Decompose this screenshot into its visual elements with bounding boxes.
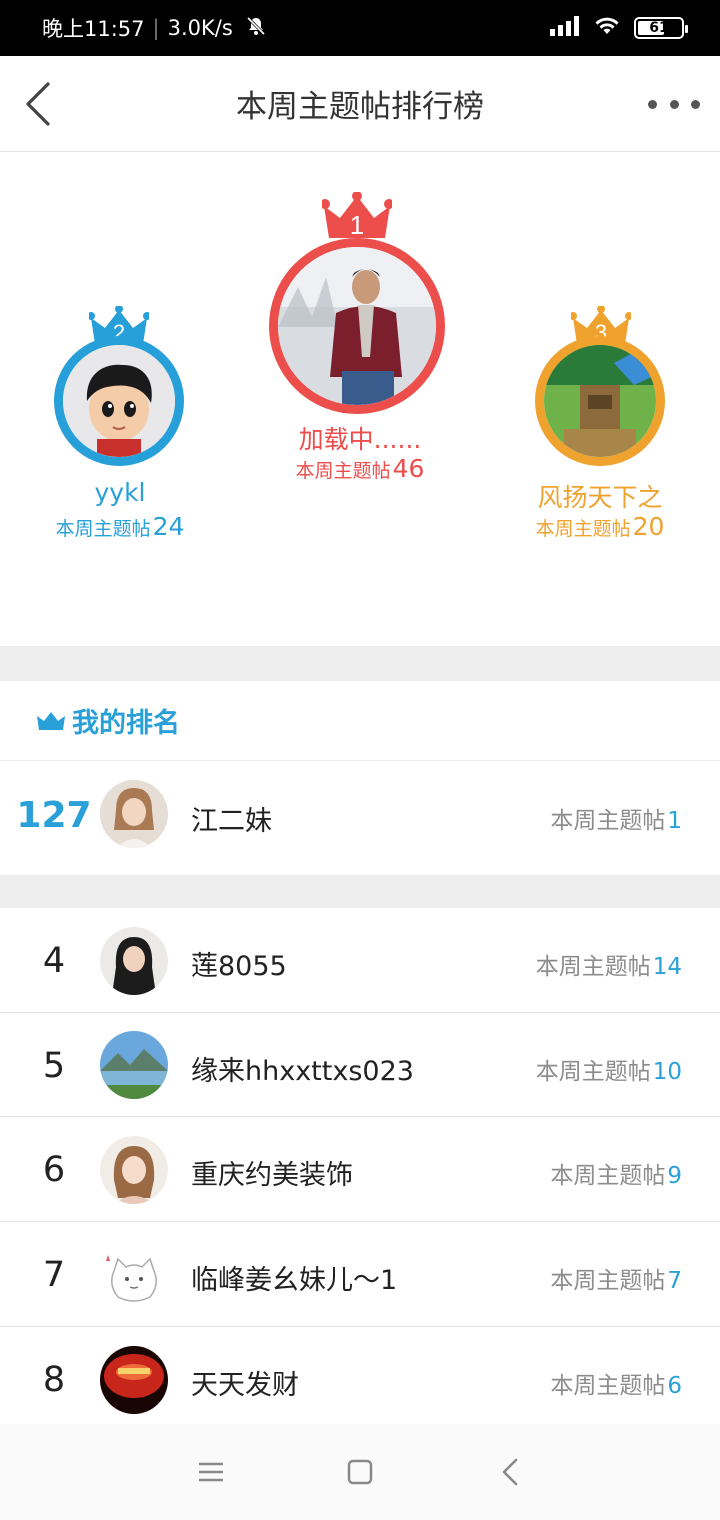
podium-item-rank-2[interactable]: 2 yykl 本周主题帖24 <box>0 152 240 552</box>
avatar[interactable] <box>535 336 665 466</box>
status-separator: | <box>152 16 160 40</box>
avatar[interactable] <box>100 780 168 848</box>
avatar[interactable] <box>100 1031 168 1099</box>
post-count: 本周主题帖6 <box>550 1373 682 1399</box>
user-name: 天天发财 <box>191 1370 299 1401</box>
signal-icon <box>550 16 580 40</box>
rank-number: 4 <box>42 941 66 981</box>
avatar[interactable] <box>269 238 445 414</box>
avatar[interactable] <box>100 1241 168 1309</box>
status-time: 晚上11:57 <box>42 17 145 41</box>
user-name: 莲8055 <box>191 951 287 982</box>
system-navigation-bar <box>0 1424 720 1520</box>
section-divider <box>0 875 720 908</box>
podium-count: 本周主题帖46 <box>295 454 425 483</box>
cartoon-avatar-icon <box>63 345 175 457</box>
rank-number: 7 <box>42 1255 66 1295</box>
post-count: 本周主题帖14 <box>535 954 682 980</box>
home-square-icon[interactable] <box>344 1456 376 1488</box>
post-count: 本周主题帖7 <box>550 1268 682 1294</box>
list-item[interactable]: 7 临峰姜幺妹儿～1 本周主题帖7 <box>0 1222 720 1327</box>
podium-name: 风扬天下之 <box>537 483 663 512</box>
avatar[interactable] <box>100 1346 168 1414</box>
rank-number: 6 <box>42 1150 66 1190</box>
back-arrow-icon[interactable] <box>18 78 68 130</box>
header-bar: 本周主题帖排行榜 <box>0 56 720 152</box>
rank-number: 127 <box>16 795 92 836</box>
user-name: 重庆约美装饰 <box>191 1160 353 1191</box>
avatar[interactable] <box>54 336 184 466</box>
my-rank-title: 我的排名 <box>72 708 180 739</box>
game-avatar-icon <box>544 345 656 457</box>
crown-icon <box>37 711 65 730</box>
list-item[interactable]: 8 天天发财 本周主题帖6 <box>0 1327 720 1424</box>
crown-icon: 1 <box>322 192 392 240</box>
user-name: 缘来hhxxttxs023 <box>191 1056 414 1087</box>
user-name: 江二妹 <box>191 806 272 837</box>
podium-name: yykl <box>94 478 146 507</box>
page-title: 本周主题帖排行榜 <box>236 89 484 125</box>
more-dots-icon[interactable] <box>648 90 700 118</box>
battery-level: 61 <box>649 20 669 36</box>
svg-text:1: 1 <box>350 210 364 240</box>
avatar[interactable] <box>100 927 168 995</box>
podium-item-rank-1[interactable]: 1 加载中...... 本周主题帖46 <box>240 152 480 552</box>
user-name: 临峰姜幺妹儿～1 <box>191 1265 398 1296</box>
status-speed: 3.0K/s <box>167 16 233 40</box>
post-count: 本周主题帖9 <box>550 1163 682 1189</box>
list-item[interactable]: 4 莲8055 本周主题帖14 <box>0 908 720 1013</box>
mute-icon <box>245 15 267 42</box>
podium-count: 本周主题帖20 <box>535 512 665 541</box>
battery-icon: 61 <box>634 17 688 39</box>
status-bar: 晚上11:57 | 3.0K/s 61 <box>0 0 720 56</box>
section-divider <box>0 646 720 681</box>
podium-item-rank-3[interactable]: 3 风扬天下之 本周主题帖20 <box>480 152 720 552</box>
rank-number: 8 <box>42 1360 66 1400</box>
photo-avatar-icon <box>278 247 436 405</box>
avatar[interactable] <box>100 1136 168 1204</box>
podium-count: 本周主题帖24 <box>55 512 185 541</box>
list-item[interactable]: 5 缘来hhxxttxs023 本周主题帖10 <box>0 1013 720 1117</box>
menu-icon[interactable] <box>195 1456 227 1488</box>
podium-name: 加载中...... <box>298 425 422 454</box>
my-rank-row[interactable]: 127 江二妹 本周主题帖1 <box>0 761 720 875</box>
rank-number: 5 <box>42 1046 66 1086</box>
my-rank-header: 我的排名 <box>0 681 720 761</box>
wifi-icon <box>594 16 620 40</box>
list-item[interactable]: 6 重庆约美装饰 本周主题帖9 <box>0 1117 720 1222</box>
top-three-podium: 2 yykl 本周主题帖24 1 加载中...... 本周主题帖46 3 风扬天… <box>0 152 720 646</box>
post-count: 本周主题帖1 <box>550 808 682 834</box>
back-triangle-icon[interactable] <box>496 1456 528 1488</box>
post-count: 本周主题帖10 <box>535 1059 682 1085</box>
